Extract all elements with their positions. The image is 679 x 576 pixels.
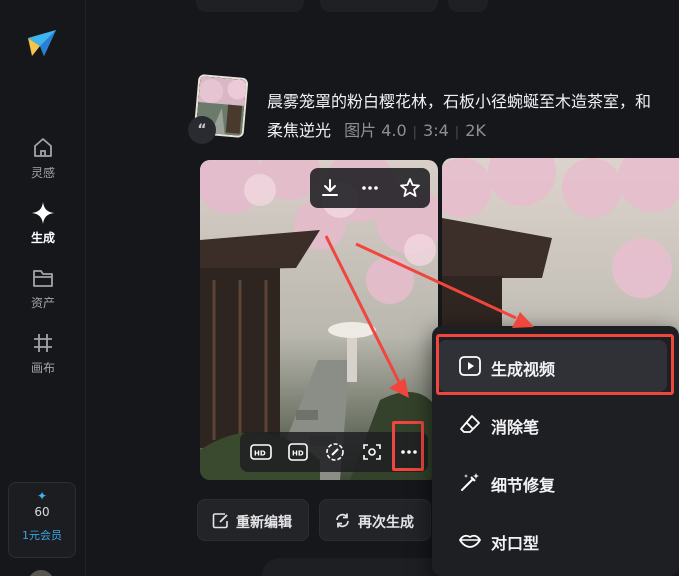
sparkle-icon bbox=[32, 202, 54, 224]
app-logo[interactable] bbox=[24, 26, 58, 60]
top-toolbar-pill[interactable] bbox=[320, 0, 438, 12]
regenerate-label: 再次生成 bbox=[358, 515, 414, 531]
prompt-text-tail: 柔焦逆光 bbox=[267, 121, 332, 140]
sidebar-item-label: 灵感 bbox=[30, 166, 55, 180]
annotation-highlight bbox=[392, 421, 424, 471]
sidebar-item-generate[interactable]: 生成 bbox=[0, 201, 86, 246]
diamond-icon: ✦ bbox=[36, 489, 48, 503]
hd-plus-icon[interactable]: HD bbox=[250, 442, 272, 462]
hd-icon[interactable]: HD bbox=[287, 442, 309, 462]
refresh-icon bbox=[336, 513, 349, 528]
sidebar-item-label: 资产 bbox=[30, 296, 55, 310]
prompt-meta: 柔焦逆光 图片 4.0 | 3:4 | 2K bbox=[267, 121, 486, 140]
aspect-ratio: 3:4 bbox=[423, 121, 449, 140]
svg-text:HD: HD bbox=[292, 450, 304, 458]
image-hover-toolbar bbox=[310, 168, 430, 208]
sidebar-item-label: 画布 bbox=[30, 361, 55, 375]
eraser-icon bbox=[460, 415, 480, 433]
magic-wand-icon bbox=[461, 473, 479, 491]
menu-item-eraser[interactable]: 消除笔 bbox=[438, 398, 667, 450]
expand-icon[interactable] bbox=[361, 442, 383, 462]
download-icon[interactable] bbox=[318, 176, 342, 200]
menu-item-label: 消除笔 bbox=[491, 418, 540, 437]
menu-item-lip-sync[interactable]: 对口型 bbox=[438, 514, 667, 566]
avatar[interactable] bbox=[28, 570, 54, 576]
top-toolbar-pill[interactable] bbox=[196, 0, 304, 12]
menu-item-label: 对口型 bbox=[491, 534, 540, 553]
annotation-highlight bbox=[436, 334, 674, 395]
quote-icon: “ bbox=[188, 116, 216, 144]
folder-icon bbox=[33, 270, 53, 287]
sidebar-item-assets[interactable]: 资产 bbox=[0, 266, 86, 311]
svg-text:HD: HD bbox=[254, 450, 266, 458]
sidebar: 灵感 生成 资产 画布 ✦ 60 1元会员 bbox=[0, 0, 86, 576]
menu-item-detail-repair[interactable]: 细节修复 bbox=[438, 456, 667, 508]
reedit-button[interactable]: 重新编辑 bbox=[197, 499, 309, 541]
credit-count: 60 bbox=[34, 505, 50, 519]
member-label: 1元会员 bbox=[22, 529, 62, 542]
regenerate-button[interactable]: 再次生成 bbox=[319, 499, 431, 541]
star-icon[interactable] bbox=[398, 176, 422, 200]
home-icon bbox=[34, 138, 52, 157]
top-toolbar-pill[interactable] bbox=[448, 0, 488, 12]
prompt-text: 晨雾笼罩的粉白樱花林，石板小径蜿蜒至木造茶室，和 bbox=[267, 92, 652, 111]
menu-item-label: 细节修复 bbox=[491, 476, 556, 495]
reedit-label: 重新编辑 bbox=[236, 515, 292, 531]
resolution: 2K bbox=[465, 121, 486, 140]
edit-icon bbox=[212, 513, 228, 529]
sidebar-item-canvas[interactable]: 画布 bbox=[0, 331, 86, 376]
canvas-icon bbox=[34, 334, 52, 352]
sidebar-item-label: 生成 bbox=[30, 231, 55, 245]
sidebar-item-inspiration[interactable]: 灵感 bbox=[0, 136, 86, 181]
more-icon[interactable] bbox=[358, 176, 382, 200]
brush-icon[interactable] bbox=[324, 442, 346, 462]
lips-icon bbox=[459, 534, 481, 548]
model-version: 图片 4.0 bbox=[344, 121, 407, 140]
member-card[interactable]: ✦ 60 1元会员 bbox=[8, 482, 76, 558]
